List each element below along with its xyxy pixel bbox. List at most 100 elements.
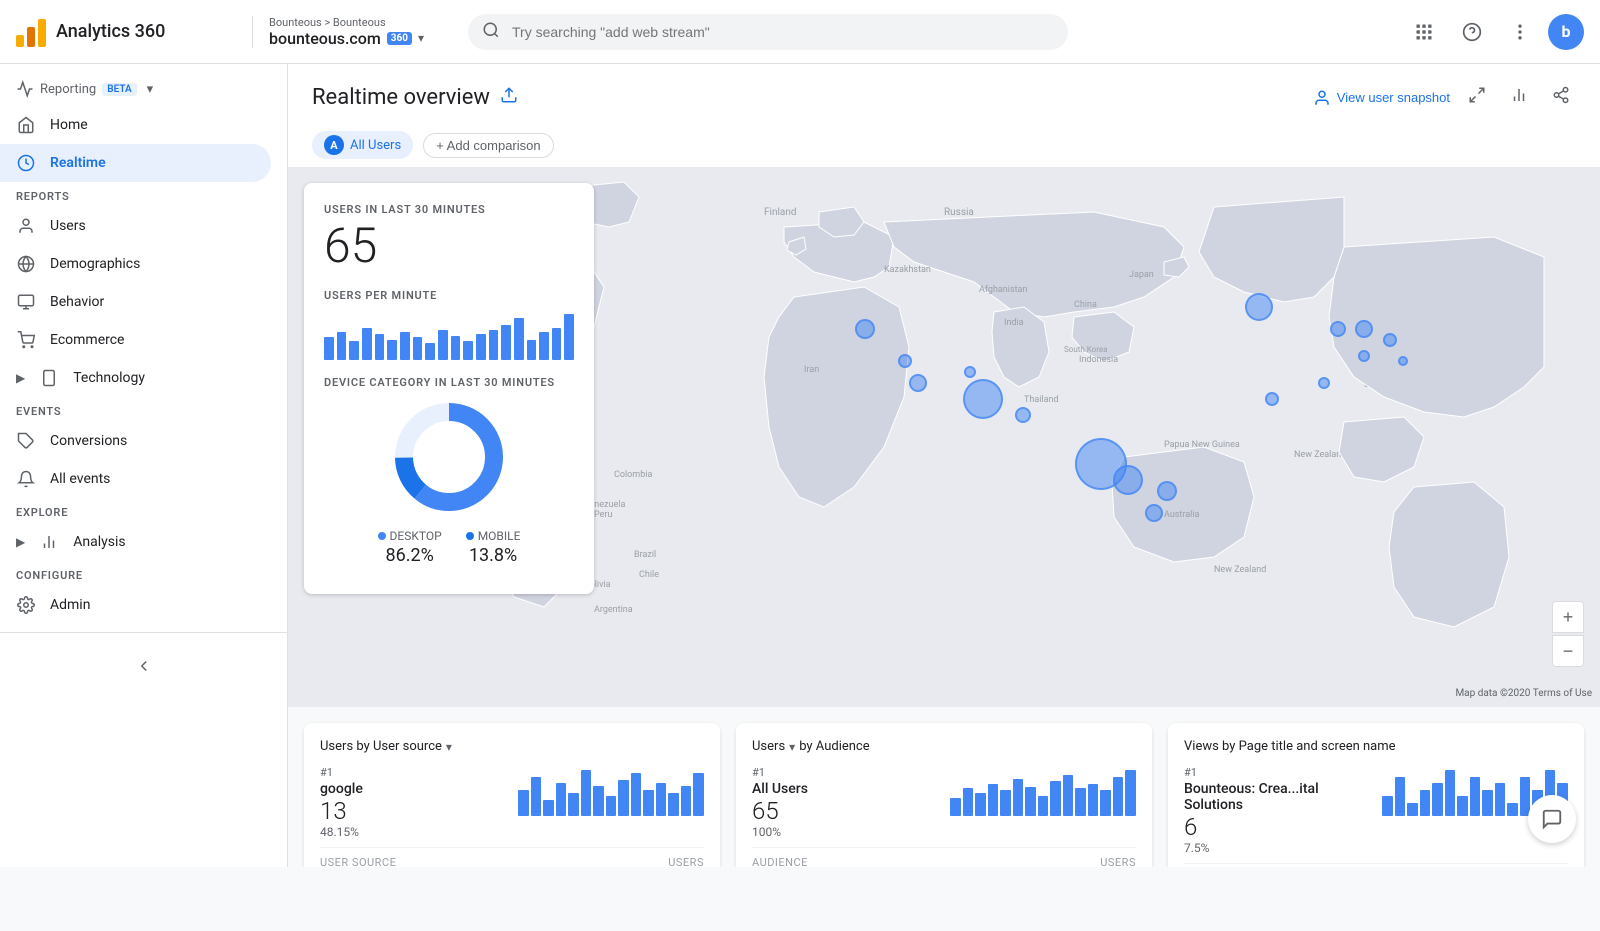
zoom-out-button[interactable]: − [1552, 635, 1584, 667]
sidebar-item-technology[interactable]: ▶ Technology [0, 359, 271, 397]
mini-bar [606, 796, 617, 816]
more-button[interactable] [1500, 12, 1540, 52]
device-legend: DESKTOP 86.2% MOBILE 13.8% [378, 529, 521, 566]
bar [324, 337, 334, 360]
mini-bar [568, 793, 579, 816]
fullscreen-button[interactable] [1462, 80, 1492, 115]
sidebar-item-behavior[interactable]: Behavior [0, 283, 271, 321]
mini-bar [1050, 781, 1061, 816]
sidebar-item-allevents[interactable]: All events [0, 460, 271, 498]
sidebar-collapse-button[interactable] [16, 649, 271, 683]
mini-bar [1025, 787, 1036, 816]
svg-text:Kazakhstan: Kazakhstan [884, 265, 931, 275]
demographics-icon [16, 255, 36, 273]
svg-text:Indonesia: Indonesia [1079, 355, 1118, 365]
property-selector[interactable]: bounteous.com 360 ▾ [269, 29, 452, 48]
sidebar-item-label-conversions: Conversions [50, 433, 255, 449]
card2-rank: #1 [752, 766, 938, 779]
analysis-icon [39, 533, 59, 551]
svg-text:India: India [1004, 318, 1024, 328]
analysis-expand-icon: ▶ [16, 535, 25, 549]
mini-bar [950, 798, 961, 816]
bar [501, 325, 511, 360]
mini-bar [631, 773, 642, 816]
card1-bar-chart [518, 766, 704, 816]
mobile-label: MOBILE [478, 529, 521, 543]
mini-bar [1113, 777, 1124, 816]
bar [564, 314, 574, 360]
user-avatar[interactable]: b [1548, 14, 1584, 50]
card-user-source: Users by User source ▾ #1 google 13 48.1… [304, 723, 720, 867]
users-count: 65 [324, 220, 574, 273]
all-users-chip[interactable]: A All Users [312, 131, 413, 159]
bar [438, 330, 448, 359]
svg-text:Colombia: Colombia [614, 470, 652, 480]
card2-footer-right: USERS [1100, 856, 1136, 867]
logo-area: Analytics 360 [16, 17, 236, 47]
svg-text:Australia: Australia [1164, 510, 1200, 520]
sidebar-item-label-users: Users [50, 218, 255, 234]
sidebar-item-realtime[interactable]: Realtime [0, 144, 271, 182]
card1-rank: #1 [320, 766, 506, 779]
card3-text: #1 Bounteous: Crea...ital Solutions 6 7.… [1184, 766, 1370, 855]
card3-content: #1 Bounteous: Crea...ital Solutions 6 7.… [1184, 766, 1568, 855]
reporting-menu[interactable]: Reporting BETA ▾ [0, 64, 287, 106]
sidebar-item-label-demographics: Demographics [50, 256, 255, 272]
help-button[interactable] [1452, 12, 1492, 52]
card1-text: #1 google 13 48.15% [320, 766, 506, 839]
sidebar-item-ecommerce[interactable]: Ecommerce [0, 321, 271, 359]
sidebar-item-users[interactable]: Users [0, 207, 271, 245]
export-icon[interactable] [500, 86, 518, 109]
card-page-views: Views by Page title and screen name #1 B… [1168, 723, 1584, 867]
card1-percent: 48.15% [320, 825, 506, 839]
mini-bar [1000, 790, 1011, 816]
card1-number: 13 [320, 797, 506, 825]
sidebar-item-conversions[interactable]: Conversions [0, 422, 271, 460]
main-content: Realtime overview View user snapshot A [288, 64, 1600, 867]
mini-bar [1495, 783, 1506, 816]
card1-footer: USER SOURCE USERS [320, 847, 704, 867]
apps-button[interactable] [1404, 12, 1444, 52]
sidebar-item-admin[interactable]: Admin [0, 586, 271, 624]
view-snapshot-button[interactable]: View user snapshot [1313, 89, 1450, 107]
svg-text:Peru: Peru [594, 510, 612, 520]
device-donut-chart: DESKTOP 86.2% MOBILE 13.8% [324, 397, 574, 566]
sidebar-item-analysis[interactable]: ▶ Analysis [0, 523, 271, 561]
users-30min-label: USERS IN LAST 30 MINUTES [324, 203, 574, 216]
svg-text:Japan: Japan [1129, 270, 1154, 280]
sidebar-item-label-realtime: Realtime [50, 155, 255, 171]
svg-text:New Zealand: New Zealand [1214, 565, 1266, 575]
zoom-in-button[interactable]: + [1552, 601, 1584, 633]
bar [375, 334, 385, 360]
property-dropdown-icon[interactable]: ▾ [418, 31, 424, 45]
mini-bar [1470, 777, 1481, 816]
map-zoom-controls: + − [1552, 601, 1584, 667]
sidebar-item-label-analysis: Analysis [73, 534, 255, 550]
feedback-button[interactable] [1528, 795, 1576, 843]
all-users-label: All Users [350, 138, 401, 153]
beta-badge: BETA [102, 83, 136, 96]
chart-settings-button[interactable] [1504, 80, 1534, 115]
svg-text:Afghanistan: Afghanistan [979, 285, 1027, 295]
card1-name: google [320, 781, 506, 797]
logo-icon [16, 17, 46, 47]
sidebar-item-home[interactable]: Home [0, 106, 271, 144]
svg-text:China: China [1074, 300, 1097, 310]
mini-bar [693, 773, 704, 816]
card2-dropdown-icon[interactable]: ▾ [789, 740, 795, 754]
mini-bar [556, 783, 567, 816]
share-button[interactable] [1546, 80, 1576, 115]
bar [539, 332, 549, 360]
add-comparison-button[interactable]: + Add comparison [423, 133, 553, 158]
card1-dropdown-icon[interactable]: ▾ [446, 740, 452, 754]
realtime-icon [16, 154, 36, 172]
mini-bar [1088, 784, 1099, 816]
sidebar-item-demographics[interactable]: Demographics [0, 245, 271, 283]
svg-text:Iran: Iran [804, 365, 819, 375]
bar [349, 341, 359, 359]
mini-bar [1507, 803, 1518, 816]
search-input[interactable] [468, 14, 1068, 50]
mobile-dot [466, 532, 474, 540]
mini-bar [1432, 783, 1443, 816]
card2-footer: AUDIENCE USERS [752, 847, 1136, 867]
